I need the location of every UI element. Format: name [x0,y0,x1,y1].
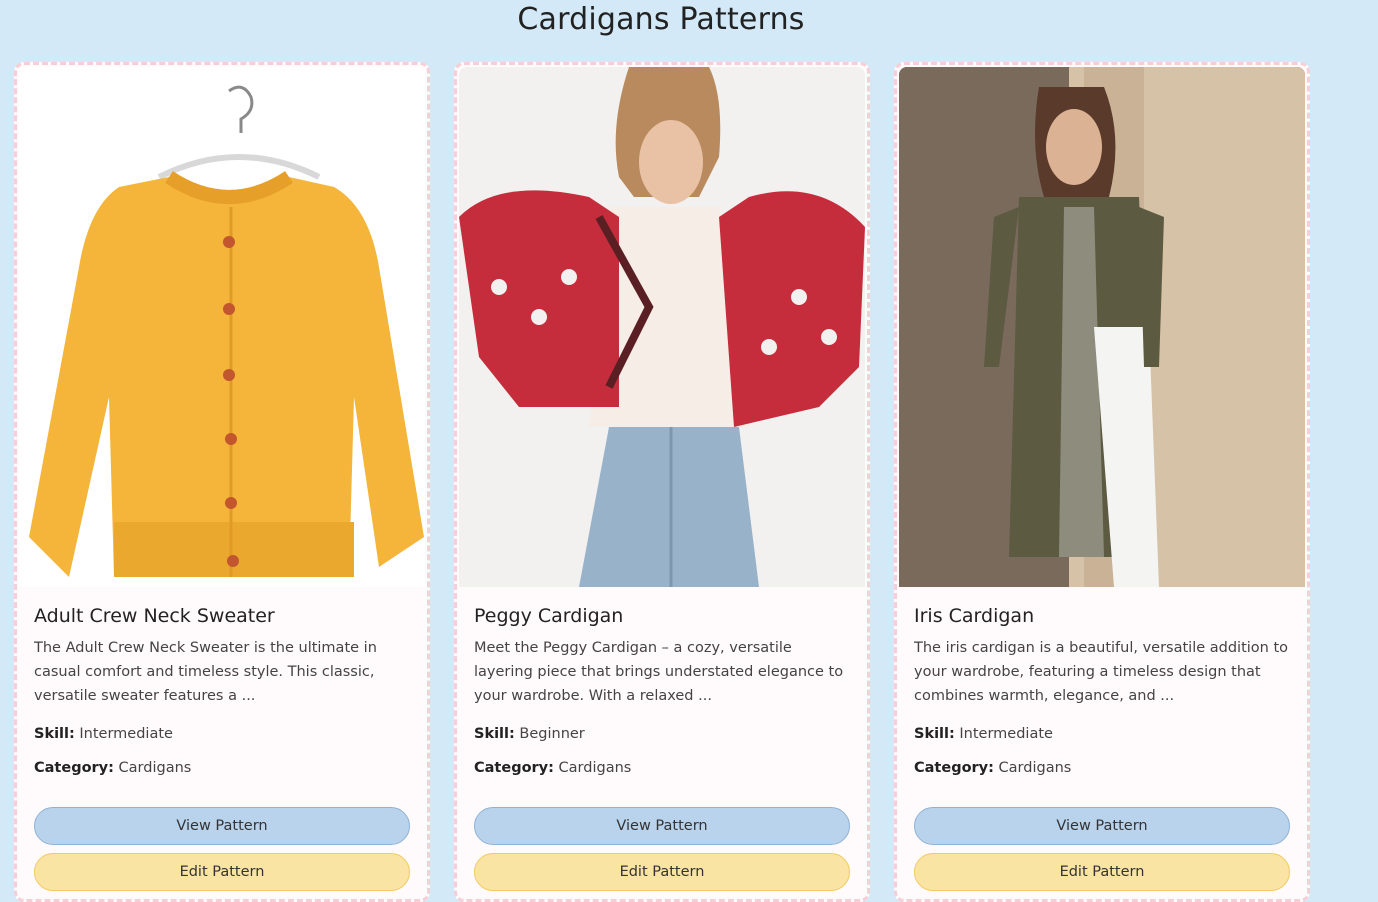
skill-label: Skill: [914,726,955,742]
skill-row: Skill: Beginner [474,726,850,742]
olive-cardigan-image [899,67,1305,587]
red-cardigan-image [459,67,865,587]
pattern-card: Adult Crew Neck Sweater The Adult Crew N… [14,62,430,902]
pattern-image[interactable] [459,67,865,587]
yellow-cardigan-image [19,67,425,587]
category-value: Cardigans [998,760,1072,776]
pattern-image[interactable] [899,67,1305,587]
view-pattern-button[interactable]: View Pattern [474,807,850,845]
view-pattern-button[interactable]: View Pattern [914,807,1290,845]
card-description: Meet the Peggy Cardigan – a cozy, versat… [474,640,844,704]
skill-label: Skill: [474,726,515,742]
pattern-card: Peggy Cardigan Meet the Peggy Cardigan –… [454,62,870,902]
category-row: Category: Cardigans [34,760,410,776]
card-description: The Adult Crew Neck Sweater is the ultim… [34,640,377,704]
category-label: Category: [474,760,554,776]
skill-row: Skill: Intermediate [34,726,410,742]
card-description: The iris cardigan is a beautiful, versat… [914,640,1289,704]
pattern-image[interactable] [19,67,425,587]
skill-row: Skill: Intermediate [914,726,1290,742]
card-title: Iris Cardigan [914,605,1035,627]
skill-value: Intermediate [959,726,1053,742]
view-pattern-button[interactable]: View Pattern [34,807,410,845]
category-row: Category: Cardigans [914,760,1290,776]
category-value: Cardigans [558,760,632,776]
pattern-card: Iris Cardigan The iris cardigan is a bea… [894,62,1310,902]
category-label: Category: [34,760,114,776]
skill-label: Skill: [34,726,75,742]
edit-pattern-button[interactable]: Edit Pattern [34,853,410,891]
category-label: Category: [914,760,994,776]
skill-value: Beginner [519,726,585,742]
category-value: Cardigans [118,760,192,776]
card-title: Adult Crew Neck Sweater [34,605,275,627]
edit-pattern-button[interactable]: Edit Pattern [914,853,1290,891]
card-title: Peggy Cardigan [474,605,624,627]
edit-pattern-button[interactable]: Edit Pattern [474,853,850,891]
page-title: Cardigans Patterns [517,2,805,37]
category-row: Category: Cardigans [474,760,850,776]
skill-value: Intermediate [79,726,173,742]
